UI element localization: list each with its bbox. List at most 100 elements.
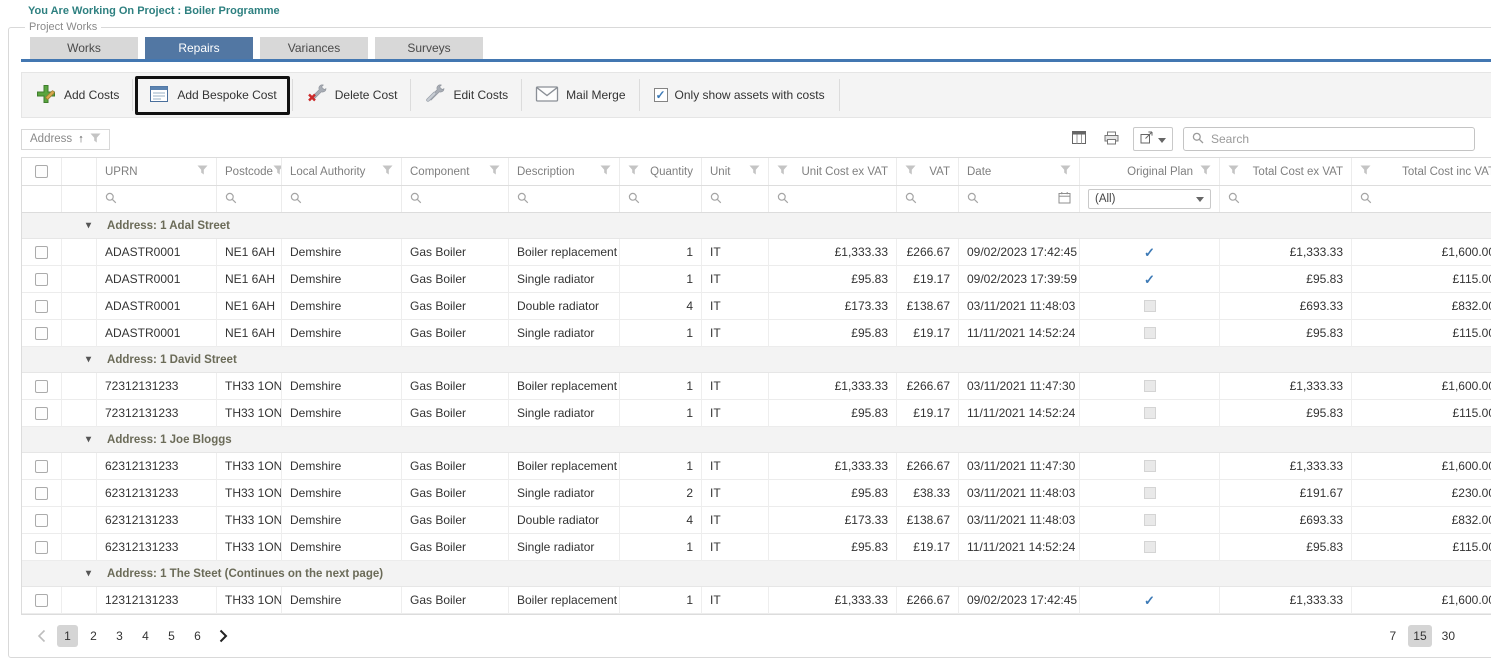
filter-icon-description[interactable]	[600, 165, 611, 178]
table-row[interactable]: ADASTR0001NE1 6AHDemshireGas BoilerDoubl…	[22, 293, 1491, 320]
column-header-unit_cost[interactable]: Unit Cost ex VAT	[769, 158, 897, 185]
filter-cell-component[interactable]	[402, 186, 509, 212]
search-input[interactable]	[1211, 132, 1466, 146]
calendar-icon[interactable]	[1058, 191, 1071, 207]
table-row[interactable]: 72312131233TH33 1ONDemshireGas BoilerBoi…	[22, 373, 1491, 400]
column-header-original_plan[interactable]: Original Plan	[1080, 158, 1220, 185]
tab-surveys[interactable]: Surveys	[375, 37, 483, 59]
column-chooser-button[interactable]	[1068, 127, 1090, 151]
filter-icon-original_plan[interactable]	[1200, 165, 1211, 178]
cell-original_plan[interactable]: ✓	[1080, 587, 1220, 614]
row-select-checkbox[interactable]	[35, 327, 48, 340]
filter-icon-vat[interactable]	[905, 165, 916, 178]
filter-cell-date[interactable]	[959, 186, 1080, 212]
cell-original_plan[interactable]	[1080, 534, 1220, 561]
column-header-postcode[interactable]: Postcode	[217, 158, 282, 185]
cell-original_plan[interactable]: ✓	[1080, 266, 1220, 293]
group-row[interactable]: ▾Address: 1 David Street	[22, 347, 1491, 373]
filter-icon-postcode[interactable]	[273, 165, 282, 178]
edit-costs-button[interactable]: Edit Costs	[411, 77, 521, 114]
pager-page-5[interactable]: 5	[161, 625, 182, 647]
pager-page-1[interactable]: 1	[57, 625, 78, 647]
row-select-checkbox[interactable]	[35, 541, 48, 554]
filter-cell-postcode[interactable]	[217, 186, 282, 212]
filter-cell-authority[interactable]	[282, 186, 402, 212]
column-header-unit[interactable]: Unit	[702, 158, 769, 185]
column-header-total_inc[interactable]: Total Cost inc VAT	[1352, 158, 1491, 185]
cell-original_plan[interactable]	[1080, 293, 1220, 320]
collapse-arrow-icon[interactable]: ▾	[86, 354, 91, 365]
table-row[interactable]: ADASTR0001NE1 6AHDemshireGas BoilerSingl…	[22, 266, 1491, 293]
filter-icon-component[interactable]	[489, 165, 500, 178]
row-select-checkbox[interactable]	[35, 273, 48, 286]
print-button[interactable]	[1100, 127, 1123, 151]
select-all-checkbox[interactable]	[35, 165, 48, 178]
page-size-7[interactable]: 7	[1382, 625, 1403, 647]
group-by-chip[interactable]: Address ↑	[21, 129, 110, 150]
row-select-checkbox[interactable]	[35, 246, 48, 259]
filter-icon-date[interactable]	[1060, 165, 1071, 178]
column-header-uprn[interactable]: UPRN	[97, 158, 217, 185]
column-header-vat[interactable]: VAT	[897, 158, 959, 185]
cell-original_plan[interactable]	[1080, 320, 1220, 347]
page-size-30[interactable]: 30	[1437, 625, 1460, 647]
table-row[interactable]: 62312131233TH33 1ONDemshireGas BoilerSin…	[22, 480, 1491, 507]
filter-cell-total_inc[interactable]	[1352, 186, 1491, 212]
page-size-15[interactable]: 15	[1408, 625, 1431, 647]
filter-cell-vat[interactable]	[897, 186, 959, 212]
table-row[interactable]: 72312131233TH33 1ONDemshireGas BoilerSin…	[22, 400, 1491, 427]
cell-original_plan[interactable]	[1080, 400, 1220, 427]
pager-page-4[interactable]: 4	[135, 625, 156, 647]
cell-original_plan[interactable]	[1080, 373, 1220, 400]
filter-cell-unit[interactable]	[702, 186, 769, 212]
column-header-total_ex[interactable]: Total Cost ex VAT	[1220, 158, 1352, 185]
original-plan-filter-dropdown[interactable]: (All)	[1088, 189, 1211, 209]
row-select-checkbox[interactable]	[35, 380, 48, 393]
sort-asc-icon[interactable]: ↑	[78, 133, 84, 145]
only-show-assets-checkbox[interactable]: ✓Only show assets with costs	[640, 88, 839, 102]
filter-icon-quantity[interactable]	[628, 165, 639, 178]
pager-page-2[interactable]: 2	[83, 625, 104, 647]
collapse-arrow-icon[interactable]: ▾	[86, 220, 91, 231]
filter-cell-total_ex[interactable]	[1220, 186, 1352, 212]
cell-original_plan[interactable]	[1080, 480, 1220, 507]
delete-cost-button[interactable]: Delete Cost	[293, 77, 411, 114]
filter-icon-total_ex[interactable]	[1228, 165, 1239, 178]
filter-icon-uprn[interactable]	[197, 165, 208, 178]
column-header-authority[interactable]: Local Authority	[282, 158, 402, 185]
column-header-date[interactable]: Date	[959, 158, 1080, 185]
mail-merge-button[interactable]: Mail Merge	[522, 79, 638, 112]
column-header-quantity[interactable]: Quantity	[620, 158, 702, 185]
tab-variances[interactable]: Variances	[260, 37, 368, 59]
row-select-checkbox[interactable]	[35, 594, 48, 607]
table-row[interactable]: 62312131233TH33 1ONDemshireGas BoilerDou…	[22, 507, 1491, 534]
pager-next-button[interactable]	[213, 629, 234, 643]
tab-works[interactable]: Works	[30, 37, 138, 59]
cell-original_plan[interactable]	[1080, 507, 1220, 534]
pager-prev-button[interactable]	[31, 629, 52, 643]
pager-page-3[interactable]: 3	[109, 625, 130, 647]
filter-cell-uprn[interactable]	[97, 186, 217, 212]
table-row[interactable]: ADASTR0001NE1 6AHDemshireGas BoilerSingl…	[22, 320, 1491, 347]
collapse-arrow-icon[interactable]: ▾	[86, 434, 91, 445]
tab-repairs[interactable]: Repairs	[145, 37, 253, 59]
row-select-checkbox[interactable]	[35, 407, 48, 420]
row-select-checkbox[interactable]	[35, 300, 48, 313]
cell-original_plan[interactable]	[1080, 453, 1220, 480]
group-row[interactable]: ▾Address: 1 Adal Street	[22, 213, 1491, 239]
group-row[interactable]: ▾Address: 1 Joe Bloggs	[22, 427, 1491, 453]
row-select-checkbox[interactable]	[35, 514, 48, 527]
filter-icon-unit_cost[interactable]	[777, 165, 788, 178]
column-header-component[interactable]: Component	[402, 158, 509, 185]
column-header-description[interactable]: Description	[509, 158, 620, 185]
row-select-checkbox[interactable]	[35, 460, 48, 473]
filter-cell-original_plan[interactable]: (All)	[1080, 186, 1220, 212]
filter-icon-total_inc[interactable]	[1360, 165, 1371, 178]
filter-cell-description[interactable]	[509, 186, 620, 212]
row-select-checkbox[interactable]	[35, 487, 48, 500]
table-row[interactable]: 62312131233TH33 1ONDemshireGas BoilerBoi…	[22, 453, 1491, 480]
cell-original_plan[interactable]: ✓	[1080, 239, 1220, 266]
table-row[interactable]: 62312131233TH33 1ONDemshireGas BoilerSin…	[22, 534, 1491, 561]
funnel-icon[interactable]	[90, 133, 101, 146]
collapse-arrow-icon[interactable]: ▾	[86, 568, 91, 579]
